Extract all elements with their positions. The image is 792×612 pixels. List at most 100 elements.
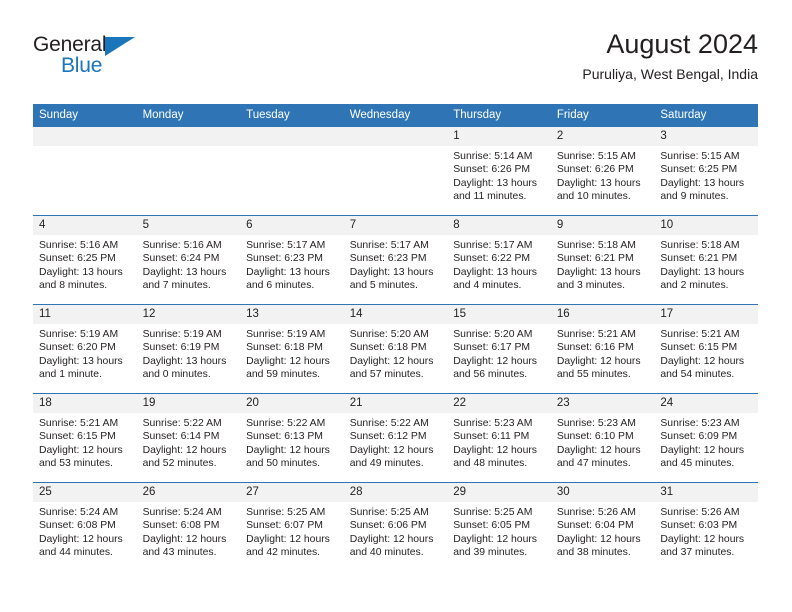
- general-blue-logo[interactable]: General Blue: [33, 34, 153, 80]
- calendar-day-cell[interactable]: 13 Sunrise: 5:19 AM Sunset: 6:18 PM Dayligh…: [240, 304, 344, 394]
- sunrise-text: Sunrise: 5:25 AM: [246, 507, 326, 518]
- daylight-text: Daylight: 12 hours and 59 minutes.: [246, 355, 330, 380]
- day-details: Sunrise: 5:19 AM Sunset: 6:18 PM Daylight:…: [240, 324, 344, 381]
- daylight-text: Daylight: 12 hours and 45 minutes.: [660, 444, 745, 469]
- day-details: Sunrise: 5:25 AM Sunset: 6:06 PM Daylight:…: [344, 502, 448, 559]
- calendar-day-cell[interactable]: 11 Sunrise: 5:19 AM Sunset: 6:20 PM Dayligh…: [33, 304, 137, 394]
- calendar-day-cell[interactable]: 10 Sunrise: 5:18 AM Sunset: 6:21 PM Dayligh…: [654, 215, 758, 305]
- sunrise-text: Sunrise: 5:18 AM: [660, 240, 740, 251]
- weekday-header-friday: Friday: [550, 104, 655, 127]
- day-number: 28: [343, 483, 448, 502]
- day-number: 24: [654, 394, 758, 413]
- sunset-text: Sunset: 6:14 PM: [142, 431, 220, 443]
- sunrise-text: Sunrise: 5:17 AM: [453, 240, 533, 251]
- sunrise-text: Sunrise: 5:14 AM: [453, 151, 533, 162]
- day-details: Sunrise: 5:20 AM Sunset: 6:17 PM Daylight:…: [447, 324, 551, 381]
- calendar-day-cell[interactable]: 5 Sunrise: 5:16 AM Sunset: 6:24 PM Daylight…: [136, 215, 241, 305]
- sunrise-text: Sunrise: 5:24 AM: [39, 507, 119, 518]
- sunset-text: Sunset: 6:12 PM: [349, 431, 427, 443]
- sunset-text: Sunset: 6:06 PM: [349, 520, 427, 532]
- calendar-day-cell[interactable]: 28 Sunrise: 5:25 AM Sunset: 6:06 PM Dayligh…: [343, 482, 448, 571]
- calendar-day-cell[interactable]: 27 Sunrise: 5:25 AM Sunset: 6:07 PM Dayligh…: [240, 482, 344, 571]
- calendar-day-cell[interactable]: 24 Sunrise: 5:23 AM Sunset: 6:09 PM Dayligh…: [654, 393, 758, 483]
- sunrise-text: Sunrise: 5:16 AM: [142, 240, 222, 251]
- day-details: Sunrise: 5:26 AM Sunset: 6:04 PM Daylight:…: [551, 502, 655, 559]
- sunset-text: Sunset: 6:25 PM: [39, 253, 116, 265]
- sunset-text: Sunset: 6:26 PM: [453, 164, 531, 176]
- day-number: 3: [654, 127, 758, 146]
- daylight-text: Daylight: 12 hours and 44 minutes.: [39, 533, 123, 558]
- weekday-header-wednesday: Wednesday: [343, 104, 448, 127]
- day-details: Sunrise: 5:20 AM Sunset: 6:18 PM Daylight:…: [344, 324, 448, 381]
- sunset-text: Sunset: 6:25 PM: [660, 164, 738, 176]
- weekday-header-tuesday: Tuesday: [240, 104, 344, 127]
- page-subtitle-location: Puruliya, West Bengal, India: [582, 66, 758, 82]
- day-details: Sunrise: 5:26 AM Sunset: 6:03 PM Daylight:…: [654, 502, 758, 559]
- calendar-day-cell[interactable]: 31 Sunrise: 5:26 AM Sunset: 6:03 PM Dayligh…: [654, 482, 758, 571]
- calendar-day-cell[interactable]: 9 Sunrise: 5:18 AM Sunset: 6:21 PM Daylight…: [550, 215, 655, 305]
- sunset-text: Sunset: 6:09 PM: [660, 431, 738, 443]
- sunset-text: Sunset: 6:21 PM: [660, 253, 738, 265]
- calendar-day-cell[interactable]: 7 Sunrise: 5:17 AM Sunset: 6:23 PM Daylight…: [343, 215, 448, 305]
- calendar-day-cell[interactable]: 21 Sunrise: 5:22 AM Sunset: 6:12 PM Dayligh…: [343, 393, 448, 483]
- weekday-header-monday: Monday: [136, 104, 241, 127]
- sunset-text: Sunset: 6:20 PM: [39, 342, 116, 354]
- calendar-day-cell[interactable]: 2 Sunrise: 5:15 AM Sunset: 6:26 PM Daylight…: [550, 127, 655, 216]
- sunrise-text: Sunrise: 5:22 AM: [142, 418, 222, 429]
- sunset-text: Sunset: 6:23 PM: [349, 253, 427, 265]
- day-number: 11: [33, 305, 137, 324]
- sunrise-text: Sunrise: 5:21 AM: [39, 418, 119, 429]
- daylight-text: Daylight: 12 hours and 56 minutes.: [453, 355, 537, 380]
- calendar-day-cell[interactable]: 1 Sunrise: 5:14 AM Sunset: 6:26 PM Daylight…: [447, 127, 551, 216]
- daylight-text: Daylight: 12 hours and 48 minutes.: [453, 444, 537, 469]
- calendar-day-cell[interactable]: 18 Sunrise: 5:21 AM Sunset: 6:15 PM Dayligh…: [33, 393, 137, 483]
- daylight-text: Daylight: 13 hours and 2 minutes.: [660, 266, 745, 291]
- calendar-day-cell[interactable]: 6 Sunrise: 5:17 AM Sunset: 6:23 PM Daylight…: [240, 215, 344, 305]
- sunrise-text: Sunrise: 5:18 AM: [556, 240, 636, 251]
- calendar-day-cell[interactable]: 4 Sunrise: 5:16 AM Sunset: 6:25 PM Daylight…: [33, 215, 137, 305]
- daylight-text: Daylight: 13 hours and 11 minutes.: [453, 177, 537, 202]
- sunrise-sunset-calendar-table: Sunday Monday Tuesday Wednesday Thursday…: [33, 104, 758, 571]
- daylight-text: Daylight: 13 hours and 1 minute.: [39, 355, 123, 380]
- calendar-day-cell[interactable]: 19 Sunrise: 5:22 AM Sunset: 6:14 PM Dayligh…: [136, 393, 241, 483]
- day-details: Sunrise: 5:18 AM Sunset: 6:21 PM Daylight:…: [654, 235, 758, 292]
- sunset-text: Sunset: 6:03 PM: [660, 520, 738, 532]
- calendar-day-cell[interactable]: 14 Sunrise: 5:20 AM Sunset: 6:18 PM Dayligh…: [343, 304, 448, 394]
- day-number: 18: [33, 394, 137, 413]
- calendar-day-cell[interactable]: 25 Sunrise: 5:24 AM Sunset: 6:08 PM Dayligh…: [33, 482, 137, 571]
- sunset-text: Sunset: 6:23 PM: [246, 253, 323, 265]
- day-details: Sunrise: 5:16 AM Sunset: 6:24 PM Daylight:…: [137, 235, 241, 292]
- day-number: [33, 127, 137, 146]
- daylight-text: Daylight: 13 hours and 9 minutes.: [660, 177, 745, 202]
- sunrise-text: Sunrise: 5:19 AM: [39, 329, 119, 340]
- calendar-day-cell[interactable]: 26 Sunrise: 5:24 AM Sunset: 6:08 PM Dayligh…: [136, 482, 241, 571]
- sunrise-text: Sunrise: 5:26 AM: [556, 507, 636, 518]
- calendar-day-cell[interactable]: 3 Sunrise: 5:15 AM Sunset: 6:25 PM Daylight…: [654, 127, 758, 216]
- sunrise-text: Sunrise: 5:24 AM: [142, 507, 222, 518]
- day-details: Sunrise: 5:25 AM Sunset: 6:05 PM Daylight:…: [447, 502, 551, 559]
- daylight-text: Daylight: 12 hours and 54 minutes.: [660, 355, 745, 380]
- sunset-text: Sunset: 6:17 PM: [453, 342, 531, 354]
- day-details: Sunrise: 5:17 AM Sunset: 6:23 PM Daylight:…: [240, 235, 344, 292]
- sunset-text: Sunset: 6:11 PM: [453, 431, 530, 443]
- calendar-day-cell[interactable]: 15 Sunrise: 5:20 AM Sunset: 6:17 PM Dayligh…: [447, 304, 551, 394]
- day-number: 22: [447, 394, 551, 413]
- calendar-day-cell[interactable]: 12 Sunrise: 5:19 AM Sunset: 6:19 PM Dayligh…: [136, 304, 241, 394]
- calendar-day-cell[interactable]: 22 Sunrise: 5:23 AM Sunset: 6:11 PM Dayligh…: [447, 393, 551, 483]
- calendar-day-cell[interactable]: 17 Sunrise: 5:21 AM Sunset: 6:15 PM Dayligh…: [654, 304, 758, 394]
- calendar-day-cell[interactable]: 16 Sunrise: 5:21 AM Sunset: 6:16 PM Dayligh…: [550, 304, 655, 394]
- page-title: August 2024: [606, 29, 758, 59]
- day-number: 27: [240, 483, 344, 502]
- calendar-day-cell[interactable]: 8 Sunrise: 5:17 AM Sunset: 6:22 PM Daylight…: [447, 215, 551, 305]
- calendar-page: General Blue August 2024 Puruliya, West …: [0, 0, 792, 612]
- calendar-day-cell[interactable]: 30 Sunrise: 5:26 AM Sunset: 6:04 PM Dayligh…: [550, 482, 655, 571]
- day-number: 2: [550, 127, 655, 146]
- calendar-day-cell[interactable]: 29 Sunrise: 5:25 AM Sunset: 6:05 PM Dayligh…: [447, 482, 551, 571]
- sunset-text: Sunset: 6:10 PM: [556, 431, 634, 443]
- calendar-day-cell[interactable]: 23 Sunrise: 5:23 AM Sunset: 6:10 PM Dayligh…: [550, 393, 655, 483]
- day-number: 25: [33, 483, 137, 502]
- calendar-day-cell[interactable]: 20 Sunrise: 5:22 AM Sunset: 6:13 PM Dayligh…: [240, 393, 344, 483]
- sunset-text: Sunset: 6:04 PM: [556, 520, 634, 532]
- day-details: Sunrise: 5:15 AM Sunset: 6:26 PM Daylight:…: [551, 146, 655, 203]
- day-number: 31: [654, 483, 758, 502]
